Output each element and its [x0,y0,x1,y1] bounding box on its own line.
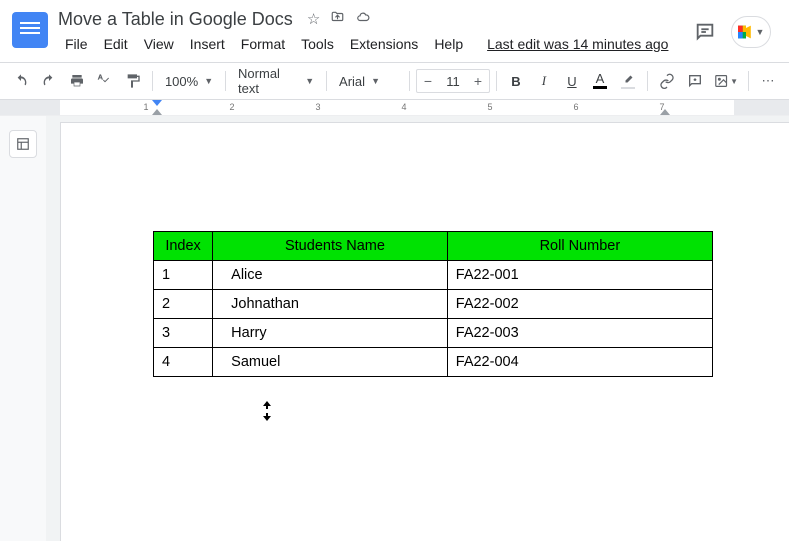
font-size-control: − + [416,69,490,93]
font-size-input[interactable] [439,74,467,89]
highlight-button[interactable] [615,68,641,94]
cell-index[interactable]: 1 [154,261,213,290]
text-color-label: A [596,73,605,85]
chevron-down-icon: ▼ [756,27,765,37]
move-icon[interactable] [330,10,345,28]
toolbar: 100%▼ Normal text▼ Arial▼ − + B I U A ▼ … [0,62,789,100]
underline-button[interactable]: U [559,68,585,94]
menu-help[interactable]: Help [427,32,470,56]
menu-format[interactable]: Format [234,32,292,56]
header-roll[interactable]: Roll Number [447,232,712,261]
cell-roll[interactable]: FA22-004 [447,348,712,377]
table-row[interactable]: 4 Samuel FA22-004 [154,348,713,377]
cell-index[interactable]: 4 [154,348,213,377]
style-value: Normal text [238,66,299,96]
bold-button[interactable]: B [503,68,529,94]
spellcheck-button[interactable] [92,68,118,94]
cell-roll[interactable]: FA22-002 [447,290,712,319]
table-row[interactable]: 1 Alice FA22-001 [154,261,713,290]
meet-button[interactable]: ▼ [731,16,771,48]
italic-button[interactable]: I [531,68,557,94]
ruler-mark: 3 [315,102,320,112]
ruler-mark: 2 [229,102,234,112]
font-select[interactable]: Arial ▼ [333,68,403,94]
table-row[interactable]: 3 Harry FA22-003 [154,319,713,348]
menu-edit[interactable]: Edit [97,32,135,56]
chevron-down-icon: ▼ [371,76,380,86]
last-edit-link[interactable]: Last edit was 14 minutes ago [480,32,675,56]
zoom-value: 100% [165,74,198,89]
font-value: Arial [339,74,365,89]
page[interactable]: Index Students Name Roll Number 1 Alice … [60,122,789,541]
comments-icon[interactable] [693,20,717,44]
data-table[interactable]: Index Students Name Roll Number 1 Alice … [153,231,713,377]
paint-format-button[interactable] [120,68,146,94]
add-comment-button[interactable] [682,68,708,94]
redo-button[interactable] [36,68,62,94]
undo-button[interactable] [8,68,34,94]
menu-insert[interactable]: Insert [183,32,232,56]
ruler-mark: 5 [487,102,492,112]
table-header-row[interactable]: Index Students Name Roll Number [154,232,713,261]
menu-tools[interactable]: Tools [294,32,341,56]
text-color-button[interactable]: A [587,68,613,94]
ruler[interactable]: 1 2 3 4 5 6 7 [0,100,789,116]
ruler-mark: 6 [573,102,578,112]
star-icon[interactable]: ☆ [307,10,320,28]
cell-roll[interactable]: FA22-001 [447,261,712,290]
header-name[interactable]: Students Name [213,232,448,261]
style-select[interactable]: Normal text ▼ [232,68,320,94]
header-index[interactable]: Index [154,232,213,261]
ruler-mark: 1 [143,102,148,112]
document-canvas[interactable]: Index Students Name Roll Number 1 Alice … [46,116,789,541]
cell-roll[interactable]: FA22-003 [447,319,712,348]
menu-view[interactable]: View [137,32,181,56]
menu-bar: File Edit View Insert Format Tools Exten… [58,32,693,56]
cell-name[interactable]: Alice [213,261,448,290]
font-size-decrease[interactable]: − [417,70,439,92]
zoom-select[interactable]: 100% ▼ [159,68,219,94]
outline-button[interactable] [9,130,37,158]
insert-image-button[interactable]: ▼ [710,68,742,94]
menu-file[interactable]: File [58,32,95,56]
cell-name[interactable]: Harry [213,319,448,348]
ruler-mark: 4 [401,102,406,112]
chevron-down-icon: ▼ [305,76,314,86]
link-button[interactable] [654,68,680,94]
more-button[interactable]: ⋯ [755,68,781,94]
menu-extensions[interactable]: Extensions [343,32,425,56]
docs-logo[interactable] [12,12,48,48]
table-row[interactable]: 2 Johnathan FA22-002 [154,290,713,319]
cell-index[interactable]: 2 [154,290,213,319]
doc-title[interactable]: Move a Table in Google Docs [58,9,293,30]
font-size-increase[interactable]: + [467,70,489,92]
print-button[interactable] [64,68,90,94]
chevron-down-icon: ▼ [730,77,738,86]
cloud-icon[interactable] [355,10,371,28]
cell-name[interactable]: Samuel [213,348,448,377]
cell-index[interactable]: 3 [154,319,213,348]
cell-name[interactable]: Johnathan [213,290,448,319]
chevron-down-icon: ▼ [204,76,213,86]
